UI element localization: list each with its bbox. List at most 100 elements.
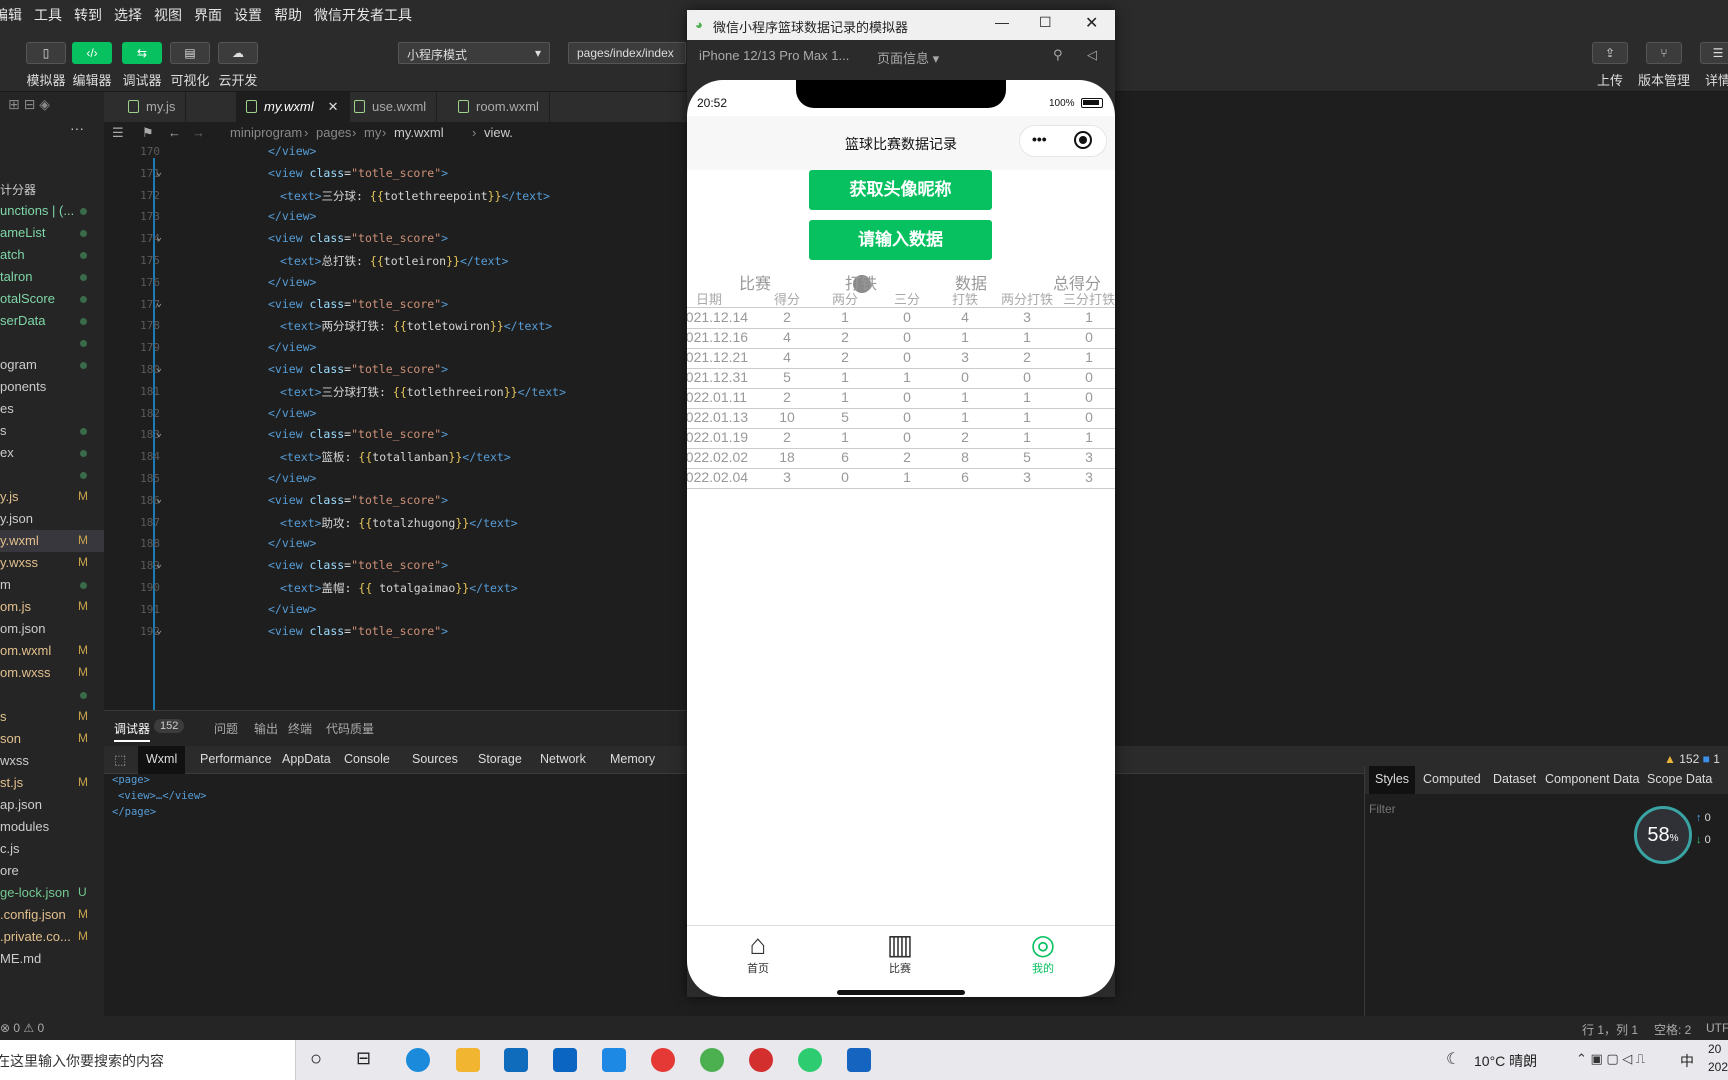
file-item[interactable]: ogram <box>0 354 104 376</box>
code-editor[interactable]: 170 </view> 171 ⌄ <view class="totle_score">… <box>104 144 687 710</box>
file-item[interactable]: .config.json M <box>0 904 104 926</box>
clock-date[interactable]: 202 <box>1708 1060 1728 1074</box>
input-data-button[interactable]: 请输入数据 <box>809 220 992 260</box>
inspect-icon[interactable]: ⬚ <box>114 752 126 768</box>
file-item[interactable]: talron <box>0 266 104 288</box>
more-icon[interactable]: ··· <box>70 120 84 136</box>
breadcrumb-item[interactable]: view. <box>484 125 513 140</box>
toolbar-right-button[interactable]: ☰ <box>1700 42 1728 64</box>
page-path-select[interactable]: pages/index/index <box>568 42 686 64</box>
file-item[interactable]: 计分器 <box>0 178 104 200</box>
toolbar-cloud-button[interactable]: ☁ <box>218 42 258 64</box>
fold-icon[interactable]: ⌄ <box>156 559 162 570</box>
breadcrumb-item[interactable]: pages <box>316 125 351 140</box>
file-item[interactable]: son M <box>0 728 104 750</box>
wxml-node[interactable]: <page> <box>112 774 150 786</box>
devtools-tab-storage[interactable]: Storage <box>470 746 530 774</box>
get-avatar-button[interactable]: 获取头像昵称 <box>809 170 992 210</box>
file-item[interactable]: y.wxml M <box>0 530 104 552</box>
file-item[interactable]: ameList <box>0 222 104 244</box>
wechat-icon[interactable] <box>798 1048 822 1072</box>
toolbar-debug-button[interactable]: ⇆ <box>122 42 162 64</box>
debugger-subtab[interactable]: 代码质量 <box>326 720 374 737</box>
file-item[interactable]: otalScore <box>0 288 104 310</box>
file-item[interactable]: ore <box>0 860 104 882</box>
app2-icon[interactable] <box>749 1048 773 1072</box>
style-tab[interactable]: Scope Data <box>1641 766 1718 794</box>
menu-item[interactable]: 工具 <box>34 5 62 25</box>
tabbar-item-chart[interactable]: ▥ 比赛 <box>860 930 940 976</box>
list-icon[interactable]: ☰ <box>112 125 124 141</box>
taskbar-search[interactable]: 在这里输入你要搜索的内容 <box>0 1040 296 1080</box>
mode-select[interactable]: 小程序模式 ▾ <box>398 42 550 64</box>
cortana-icon[interactable]: ○ <box>310 1048 322 1071</box>
devtools-tab-network[interactable]: Network <box>532 746 594 774</box>
cursor-position[interactable]: 行 1，列 1 <box>1582 1021 1638 1038</box>
file-item[interactable]: c.js <box>0 838 104 860</box>
file-item[interactable]: ge-lock.json U <box>0 882 104 904</box>
encoding[interactable]: UTF- <box>1706 1021 1728 1035</box>
menu-item[interactable]: 界面 <box>194 5 222 25</box>
breadcrumb-item[interactable]: miniprogram <box>230 125 302 140</box>
tabbar-item-home[interactable]: ⌂ 首页 <box>718 930 798 976</box>
file-item[interactable]: ap.json <box>0 794 104 816</box>
menu-item[interactable]: 微信开发者工具 <box>314 5 412 25</box>
problem-count[interactable]: ⊗ 0 ⚠ 0 <box>0 1021 44 1035</box>
perf-gauge[interactable]: 58% <box>1634 806 1692 864</box>
fold-icon[interactable]: ⌄ <box>156 298 162 309</box>
pin-icon[interactable]: ⚲ <box>1053 47 1063 63</box>
bookmark-icon[interactable]: ⚑ <box>142 125 154 141</box>
file-item[interactable]: om.wxss M <box>0 662 104 684</box>
fold-icon[interactable]: ⌄ <box>156 232 162 243</box>
file-item[interactable]: om.json <box>0 618 104 640</box>
task-view-icon[interactable]: ⊟ <box>356 1048 371 1069</box>
file-item[interactable]: serData <box>0 310 104 332</box>
file-item[interactable] <box>0 464 104 486</box>
tabbar-item-user[interactable]: ◎ 我的 <box>1003 930 1083 976</box>
file-item[interactable]: st.js M <box>0 772 104 794</box>
close-icon[interactable]: ✕ <box>328 99 339 114</box>
file-item[interactable]: y.json <box>0 508 104 530</box>
tab-my-wxml[interactable]: my.wxml ✕ <box>236 92 350 122</box>
file-item[interactable]: y.wxss M <box>0 552 104 574</box>
file-item[interactable] <box>0 684 104 706</box>
file-item[interactable]: ME.md <box>0 948 104 970</box>
capsule-button[interactable]: ••• <box>1019 125 1107 157</box>
menu-item[interactable]: 帮助 <box>274 5 302 25</box>
filter-input[interactable] <box>1369 798 1609 820</box>
style-tab[interactable]: Styles <box>1369 766 1416 794</box>
menu-item[interactable]: 转到 <box>74 5 102 25</box>
file-item[interactable]: modules <box>0 816 104 838</box>
debugger-tab[interactable]: 调试器 <box>114 720 151 742</box>
menu-item[interactable]: 选择 <box>114 5 142 25</box>
weather-label[interactable]: 10°C 晴朗 <box>1474 1051 1537 1071</box>
file-item[interactable]: unctions | (... <box>0 200 104 222</box>
exit-circle-icon[interactable] <box>1074 131 1092 149</box>
ime-indicator[interactable]: 中 <box>1680 1051 1694 1071</box>
fold-icon[interactable]: ⌄ <box>156 363 162 374</box>
toolbar-layout-button[interactable]: ▤ <box>170 42 210 64</box>
back-icon[interactable]: ← <box>168 125 181 140</box>
fold-icon[interactable]: ⌄ <box>156 428 162 439</box>
fold-icon[interactable]: ⌄ <box>156 625 162 636</box>
close-icon[interactable]: ✕ <box>1085 13 1098 33</box>
style-tab[interactable]: Component Data <box>1539 766 1646 794</box>
toolbar-code-button[interactable]: ‹/› <box>72 42 112 64</box>
video-icon[interactable] <box>847 1048 871 1072</box>
devtools-tab-console[interactable]: Console <box>336 746 398 774</box>
file-item[interactable] <box>0 332 104 354</box>
indent-setting[interactable]: 空格: 2 <box>1654 1021 1691 1038</box>
toolbar-phone-button[interactable]: ▯ <box>26 42 66 64</box>
menu-item[interactable]: 设置 <box>234 5 262 25</box>
clock-time[interactable]: 20 <box>1708 1042 1721 1056</box>
file-item[interactable]: atch <box>0 244 104 266</box>
file-item[interactable]: ex <box>0 442 104 464</box>
devtools-tab-memory[interactable]: Memory <box>602 746 663 774</box>
debugger-subtab[interactable]: 输出 <box>254 720 278 737</box>
mute-icon[interactable]: ◁ <box>1087 47 1097 63</box>
file-item[interactable]: wxss <box>0 750 104 772</box>
wxml-node[interactable]: <view>…</view> <box>118 790 207 802</box>
debugger-subtab[interactable]: 终端 <box>288 720 312 737</box>
debugger-subtab[interactable]: 问题 <box>214 720 238 737</box>
toolbar-right-button[interactable]: ⑂ <box>1646 42 1682 64</box>
